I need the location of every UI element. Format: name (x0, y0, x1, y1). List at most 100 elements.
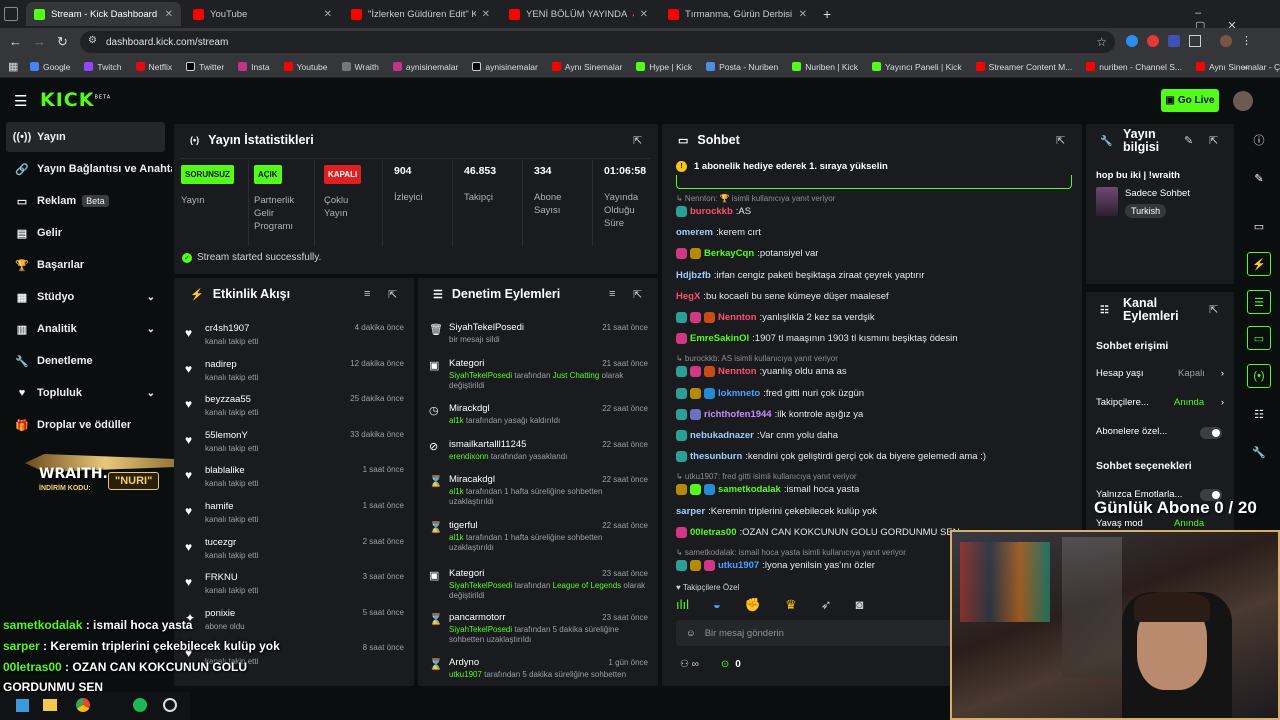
chat-username[interactable]: Nennton (718, 366, 757, 377)
broadcast-icon[interactable]: (•) (1247, 364, 1271, 388)
mod-actor[interactable]: SiyahTekelPosedi (449, 625, 512, 634)
activity-username[interactable]: ponixie (205, 608, 235, 619)
tab-video-1[interactable]: "İzlerken Güldüren Edit" Kick & ✕ (343, 2, 498, 26)
chat-username[interactable]: nebukadnazer (690, 430, 754, 441)
activity-row[interactable]: ♥ nadirep kanalı takip etti 12 dakika önce (180, 358, 406, 392)
bookmark-item[interactable]: aynisinemalar (472, 62, 538, 72)
language-tag[interactable]: Turkish (1125, 204, 1167, 218)
bookmark-item[interactable]: Hype | Kick (636, 62, 692, 72)
mod-actor[interactable]: SiyahTekelPosedi (449, 371, 512, 380)
bookmark-item[interactable]: Yayıncı Paneli | Kick (871, 62, 962, 72)
chat-username[interactable]: sametkodalak (718, 484, 781, 495)
users-icon[interactable]: ⚇ ∞ (680, 659, 699, 670)
mod-category[interactable]: League of Legends (553, 581, 622, 590)
slow-mode-row[interactable]: Yavaş mod Anında (1096, 518, 1224, 529)
mod-target[interactable]: Ardyno (449, 657, 479, 668)
emote-icon[interactable]: ◒ (713, 597, 721, 613)
chat-message[interactable]: lokmneto: fred gitti nuri çok üzgün (676, 387, 864, 399)
bookmark-item[interactable]: Posta - Nuriben (706, 62, 778, 72)
chat-message[interactable]: 00letras00: OZAN CAN KOKCUNUN GOLU GORDU… (676, 526, 960, 538)
mod-category[interactable]: Just Chatting (553, 371, 600, 380)
followers-only-row[interactable]: Takipçilere... Anında › (1096, 397, 1224, 408)
puzzle-icon[interactable] (1189, 35, 1201, 47)
windows-icon[interactable] (16, 699, 29, 712)
activity-username[interactable]: tucezgr (205, 537, 236, 548)
chat-message[interactable]: thesunburn: kendini çok geliştirdi gerçi… (676, 451, 986, 463)
go-live-button[interactable]: ▣ Go Live (1161, 89, 1219, 112)
chat-message[interactable]: sametkodalak: ismail hoca yasta (676, 484, 859, 496)
sidebar-item-gelir[interactable]: ▤ Gelir (6, 218, 165, 248)
sidebar-item-denetleme[interactable]: 🔧 Denetleme (6, 346, 165, 376)
activity-username[interactable]: FRKNU (205, 572, 238, 583)
chat-username[interactable]: BerkayCqn (704, 248, 754, 259)
activity-username[interactable]: cr4sh1907 (205, 323, 249, 334)
chat-message[interactable]: sarper: Keremin triplerini çekebilecek k… (676, 506, 877, 517)
popout-icon[interactable]: ⇱ (633, 134, 642, 147)
chat-username[interactable]: omerem (676, 227, 713, 238)
sidebar-item-yayin[interactable]: ((•)) Yayın (6, 122, 165, 152)
chat-username[interactable]: EmreSakinOl (690, 333, 749, 344)
chat-input[interactable]: ☺ Bir mesaj gönderin (676, 620, 956, 646)
reload-icon[interactable]: ↻ (57, 34, 68, 50)
activity-username[interactable]: 55lemonY (205, 430, 248, 441)
bookmark-star-icon[interactable]: ☆ (1096, 35, 1107, 49)
obs-icon[interactable] (163, 698, 177, 712)
spotify-icon[interactable] (133, 698, 147, 712)
bookmark-item[interactable]: Twitch (84, 62, 122, 72)
chat-message[interactable]: BerkayCqn: potansiyel var (676, 248, 818, 260)
popout-icon[interactable]: ⇱ (1209, 303, 1218, 316)
chat-message[interactable]: Nennton: yuanlış oldu ama as (676, 366, 847, 378)
pencil-icon[interactable]: ✎ (1247, 166, 1271, 190)
bookmark-item[interactable]: nuriben - Channel S... (1086, 62, 1182, 72)
chat-message[interactable]: Hdjbzfb: irfan cengiz paketi beşiktaşa z… (676, 270, 925, 281)
minimize-icon[interactable]: – (1195, 7, 1223, 19)
chat-message[interactable]: EmreSakinOl: 1907 tl maaşının 1903 tl kı… (676, 333, 958, 345)
activity-row[interactable]: ♥ beyzzaa55 kanalı takip etti 25 dakika önc… (180, 393, 406, 427)
chrome-icon[interactable] (76, 698, 90, 712)
sidebar-item-stream-key[interactable]: 🔗 Yayın Bağlantısı ve Anahtarı (6, 154, 172, 184)
mod-actor[interactable]: utku1907 (449, 670, 482, 679)
forward-icon[interactable]: → (33, 34, 46, 49)
extension-1-icon[interactable] (1126, 35, 1138, 47)
filter-icon[interactable]: ≡ (364, 288, 370, 300)
activity-username[interactable]: beyzzaa55 (205, 394, 251, 405)
sidebar-item-analitik[interactable]: ▥ Analitik ⌄ (6, 314, 165, 344)
new-tab-button[interactable]: + (823, 6, 831, 22)
mod-target[interactable]: Kategori (449, 568, 484, 579)
chat-username[interactable]: lokmneto (718, 388, 760, 399)
bookmark-item[interactable]: Wraith (341, 62, 379, 72)
chat-username[interactable]: 00letras00 (690, 527, 736, 538)
chat-message[interactable]: utku1907: lyona yenilsin yas'ını özler (676, 560, 875, 571)
filter-icon[interactable]: ≡ (609, 288, 615, 300)
emote-picker-icon[interactable]: ☺ (686, 628, 696, 639)
sidebar-item-droplar[interactable]: 🎁 Droplar ve ödüller (6, 410, 165, 440)
popout-icon[interactable]: ⇱ (388, 288, 397, 301)
mod-target[interactable]: SiyahTekelPosedi (449, 322, 524, 333)
close-tab-icon[interactable]: ✕ (793, 9, 807, 20)
back-icon[interactable]: ← (9, 34, 22, 49)
kick-points-icon[interactable]: ⊙ (721, 659, 729, 670)
subscribers-only-toggle[interactable] (1200, 427, 1222, 439)
activity-row[interactable]: ♥ 55lemonY kanalı takip etti 33 dakika önce (180, 429, 406, 463)
bookmark-item[interactable]: aynisinemalar (392, 62, 458, 72)
site-info-icon[interactable]: ⚙ (88, 35, 97, 46)
chat-username[interactable]: thesunburn (690, 451, 742, 462)
activity-row[interactable]: ✦ ponixie abone oldu 5 saat önce (180, 607, 406, 641)
tab-kick-dashboard[interactable]: Stream - Kick Dashboard ✕ (26, 2, 181, 26)
stack-icon[interactable]: ☷ (1247, 402, 1271, 426)
extension-3-icon[interactable] (1168, 35, 1180, 47)
bookmark-item[interactable]: Aynı Sinemalar - Ça... (1196, 62, 1280, 72)
bookmark-item[interactable]: Nuriben | Kick (792, 62, 858, 72)
chat-message[interactable]: burockkb: AS (676, 206, 751, 217)
chat-username[interactable]: utku1907 (718, 560, 759, 571)
tab-strip-icon[interactable] (4, 7, 18, 21)
bookmark-item[interactable]: Netflix (135, 62, 172, 72)
explorer-icon[interactable] (43, 699, 57, 711)
tab-youtube[interactable]: YouTube ✕ (185, 2, 340, 26)
chat-message[interactable]: omerem: kerem cırt (676, 227, 761, 238)
chat-username[interactable]: Hdjbzfb (676, 270, 711, 281)
bolt-icon[interactable]: ⚡ (1247, 252, 1271, 276)
close-tab-icon[interactable]: ✕ (634, 9, 648, 20)
emote-icon[interactable]: ılıl (676, 597, 689, 613)
chat-icon[interactable]: ▭ (1247, 326, 1271, 350)
